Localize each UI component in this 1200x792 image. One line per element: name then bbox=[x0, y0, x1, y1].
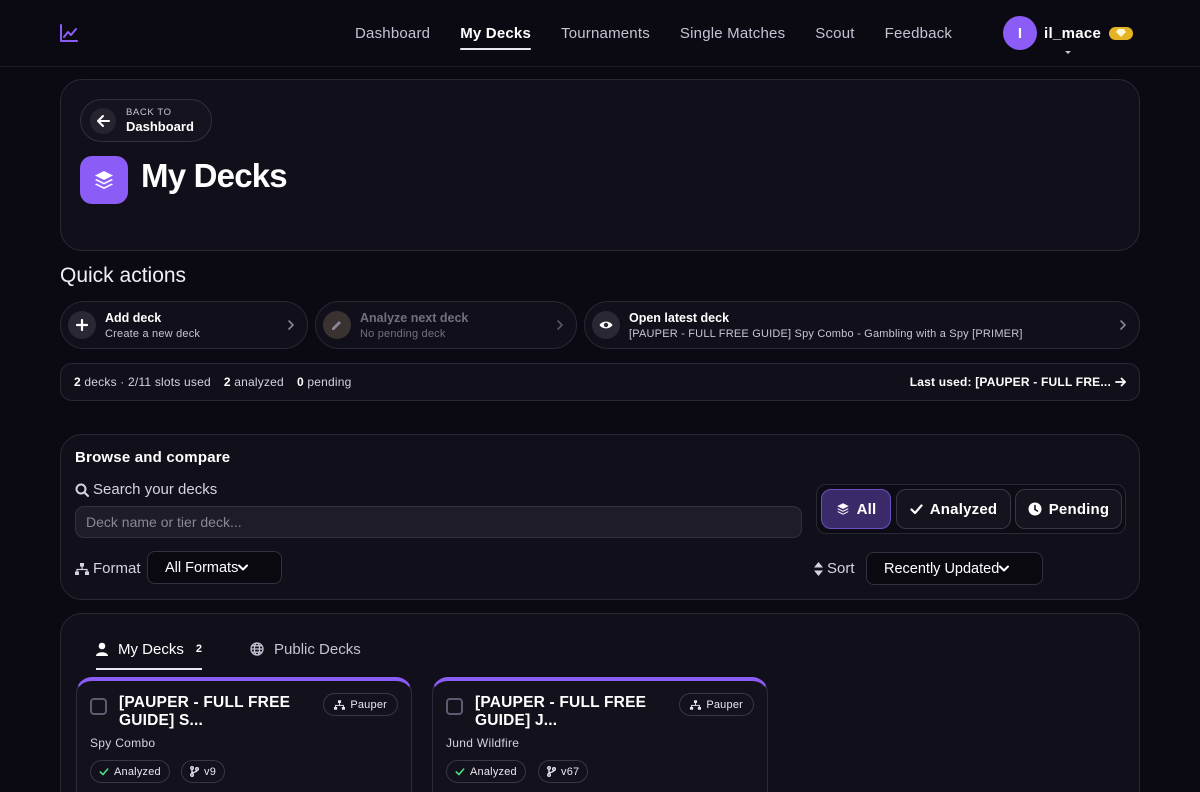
nav-feedback[interactable]: Feedback bbox=[885, 0, 952, 67]
filter-pending-button[interactable]: Pending bbox=[1015, 489, 1122, 529]
check-icon bbox=[455, 767, 470, 776]
filter-all-button[interactable]: All bbox=[821, 489, 891, 529]
format-select[interactable]: All Formats bbox=[147, 551, 282, 584]
page-header: BACK TO Dashboard My Decks bbox=[60, 79, 1140, 251]
deck-search-input[interactable] bbox=[75, 506, 802, 538]
deck-name[interactable]: [PAUPER - FULL FREE GUIDE] J... bbox=[475, 694, 665, 730]
open-latest-deck-action[interactable]: Open latest deck [PAUPER - FULL FREE GUI… bbox=[584, 301, 1140, 349]
analyzed-stat: 2 analyzed bbox=[223, 375, 284, 389]
format-badge: Pauper bbox=[323, 693, 398, 716]
deck-card[interactable]: [PAUPER - FULL FREE GUIDE] S... Pauper S… bbox=[76, 677, 412, 792]
action-subtitle: No pending deck bbox=[360, 327, 446, 340]
back-label: BACK TO bbox=[126, 107, 172, 118]
tab-my-decks[interactable]: My Decks 2 bbox=[96, 634, 202, 670]
check-icon bbox=[910, 503, 930, 515]
decks-panel: My Decks 2 Public Decks [PAUPER - FULL F… bbox=[60, 613, 1140, 792]
format-badge: Pauper bbox=[679, 693, 754, 716]
username[interactable]: il_mace bbox=[1044, 25, 1101, 42]
deck-card[interactable]: [PAUPER - FULL FREE GUIDE] J... Pauper J… bbox=[432, 677, 768, 792]
pending-stat: 0 pending bbox=[296, 375, 352, 389]
nav-dashboard[interactable]: Dashboard bbox=[355, 0, 430, 67]
action-subtitle: Create a new deck bbox=[105, 327, 201, 340]
filter-analyzed-button[interactable]: Analyzed bbox=[896, 489, 1011, 529]
chevron-right-icon bbox=[556, 319, 564, 331]
caret-down-icon[interactable] bbox=[1064, 50, 1072, 56]
add-deck-action[interactable]: Add deck Create a new deck bbox=[60, 301, 308, 349]
chevron-down-icon bbox=[238, 564, 249, 571]
chevron-down-icon bbox=[999, 565, 1010, 572]
nav-scout[interactable]: Scout bbox=[815, 0, 854, 67]
top-navigation: Dashboard My Decks Tournaments Single Ma… bbox=[0, 0, 1200, 67]
sitemap-icon bbox=[334, 699, 350, 710]
search-icon bbox=[75, 483, 93, 497]
version-badge: v9 bbox=[181, 760, 226, 783]
page-title: My Decks bbox=[141, 157, 288, 194]
chevron-right-icon bbox=[1119, 319, 1127, 331]
browse-and-compare-panel: Browse and compare Search your decks All… bbox=[60, 434, 1140, 600]
version-badge: v67 bbox=[538, 760, 589, 783]
analyze-next-deck-action[interactable]: Analyze next deck No pending deck bbox=[315, 301, 577, 349]
sort-select[interactable]: Recently Updated bbox=[866, 552, 1043, 585]
deck-archetype: Jund Wildfire bbox=[446, 736, 520, 750]
deck-select-checkbox[interactable] bbox=[90, 698, 107, 715]
user-menu[interactable]: I il_mace bbox=[1003, 16, 1134, 50]
deck-archetype: Spy Combo bbox=[90, 736, 156, 750]
user-icon bbox=[96, 642, 118, 656]
check-icon bbox=[99, 767, 114, 776]
back-to-dashboard-button[interactable]: BACK TO Dashboard bbox=[80, 99, 212, 142]
deck-stats-bar: 2 decks · 2/11 slots used 2 analyzed 0 p… bbox=[60, 363, 1140, 401]
search-label: Search your decks bbox=[75, 481, 217, 498]
format-label: Format bbox=[75, 560, 141, 577]
action-title: Open latest deck bbox=[629, 310, 730, 325]
pencil-icon bbox=[323, 311, 351, 339]
sitemap-icon bbox=[75, 562, 93, 575]
nav-my-decks[interactable]: My Decks bbox=[460, 0, 531, 67]
layers-icon bbox=[836, 502, 857, 516]
status-badge: Analyzed bbox=[446, 760, 526, 783]
browse-title: Browse and compare bbox=[75, 449, 231, 466]
git-branch-icon bbox=[547, 766, 561, 777]
deck-name[interactable]: [PAUPER - FULL FREE GUIDE] S... bbox=[119, 694, 309, 730]
sitemap-icon bbox=[690, 699, 706, 710]
plus-icon bbox=[68, 311, 96, 339]
tab-public-decks[interactable]: Public Decks bbox=[250, 634, 361, 664]
avatar[interactable]: I bbox=[1003, 16, 1037, 50]
status-badge: Analyzed bbox=[90, 760, 170, 783]
status-filter-group: All Analyzed Pending bbox=[816, 484, 1126, 534]
layers-icon bbox=[80, 156, 128, 204]
globe-icon bbox=[250, 642, 274, 656]
my-decks-count: 2 bbox=[195, 643, 202, 655]
eye-icon bbox=[592, 311, 620, 339]
action-subtitle: [PAUPER - FULL FREE GUIDE] Spy Combo - G… bbox=[629, 327, 1023, 340]
quick-actions-heading: Quick actions bbox=[60, 264, 187, 287]
git-branch-icon bbox=[190, 766, 204, 777]
nav-tournaments[interactable]: Tournaments bbox=[561, 0, 650, 67]
sort-icon bbox=[814, 561, 827, 576]
action-title: Add deck bbox=[105, 310, 162, 325]
arrow-right-icon bbox=[1111, 377, 1127, 387]
back-target: Dashboard bbox=[126, 119, 194, 134]
clock-icon bbox=[1028, 502, 1049, 516]
arrow-left-icon bbox=[90, 107, 116, 134]
chart-line-logo-icon[interactable] bbox=[59, 23, 79, 43]
last-used-link[interactable]: Last used: [PAUPER - FULL FRE... bbox=[910, 375, 1127, 389]
nav-single-matches[interactable]: Single Matches bbox=[680, 0, 785, 67]
sort-label: Sort bbox=[814, 560, 855, 577]
chevron-right-icon bbox=[287, 319, 295, 331]
diamond-icon bbox=[1109, 26, 1134, 40]
decks-stat: 2 decks · 2/11 slots used bbox=[74, 375, 211, 389]
action-title: Analyze next deck bbox=[360, 310, 469, 325]
deck-select-checkbox[interactable] bbox=[446, 698, 463, 715]
